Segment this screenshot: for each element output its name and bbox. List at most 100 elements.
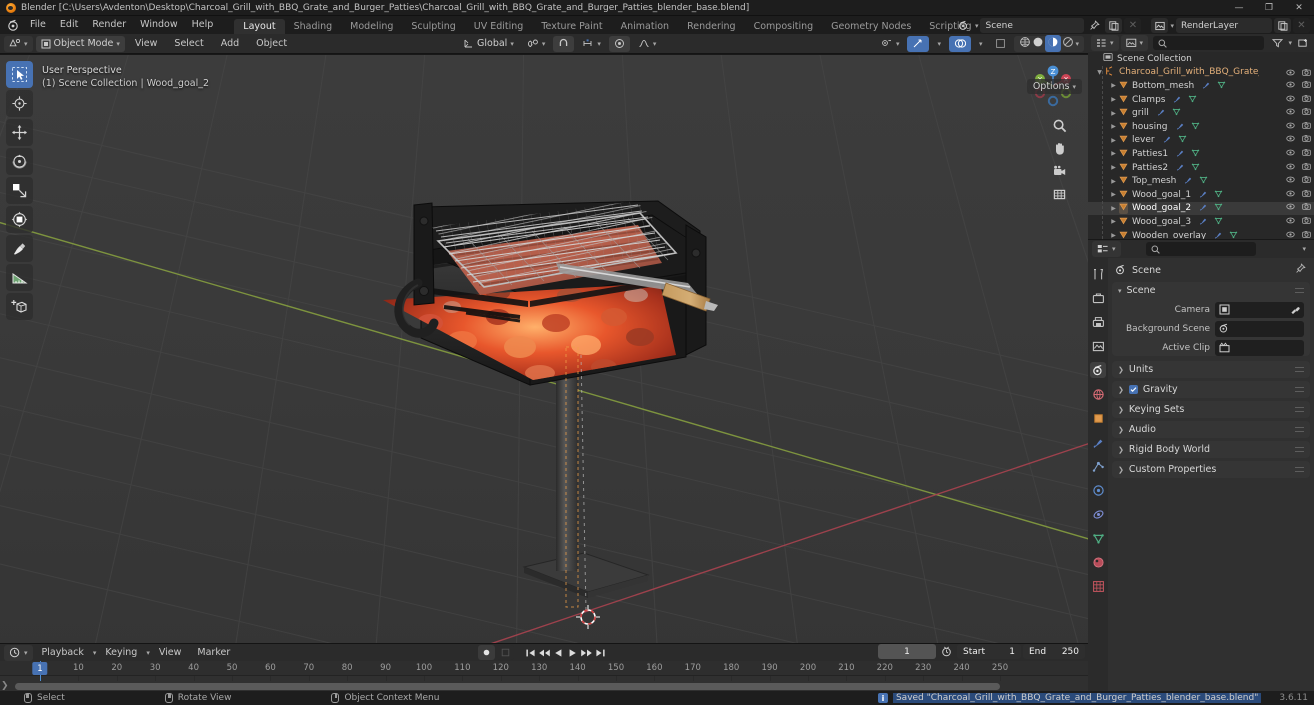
unlink-scene-button[interactable]: ✕: [1124, 18, 1142, 33]
overlays-dropdown[interactable]: ▾: [974, 36, 988, 52]
timeline-scrollbar-thumb[interactable]: [15, 683, 1000, 690]
timeline-menu-keying[interactable]: Keying: [98, 645, 144, 661]
hide-in-viewport-toggle[interactable]: [1286, 189, 1295, 201]
tab-rendering[interactable]: Rendering: [678, 19, 745, 34]
outliner-row-housing[interactable]: ▶ housing: [1088, 120, 1314, 134]
viewport-menu-object[interactable]: Object: [249, 36, 294, 52]
disclosure-triangle[interactable]: ▶: [1108, 82, 1119, 89]
panel-audio[interactable]: ❯ Audio: [1112, 421, 1310, 438]
viewlayer-chevron[interactable]: ▾: [1170, 22, 1174, 30]
menu-help[interactable]: Help: [185, 18, 221, 32]
disclosure-triangle[interactable]: ▶: [1108, 150, 1119, 157]
modifier-icon[interactable]: [1199, 216, 1208, 228]
disable-in-renders-toggle[interactable]: [1302, 175, 1311, 187]
render-tab[interactable]: [1090, 290, 1106, 306]
view-layer-tab[interactable]: [1090, 338, 1106, 354]
scene-browse-icon[interactable]: [956, 18, 973, 33]
outliner-row-bottom_mesh[interactable]: ▶ Bottom_mesh: [1088, 79, 1314, 93]
viewlayer-browse-icon[interactable]: [1151, 18, 1169, 33]
disable-in-renders-toggle[interactable]: [1302, 107, 1311, 119]
shading-wireframe-button[interactable]: [1019, 36, 1031, 51]
timeline-editor-type-icon[interactable]: ▾: [4, 644, 33, 661]
eyedropper-icon[interactable]: [1290, 305, 1300, 318]
material-tab[interactable]: [1090, 554, 1106, 570]
disclosure-triangle[interactable]: ▶: [1108, 178, 1119, 185]
snap-mode-dropdown[interactable]: ▾: [577, 36, 606, 52]
cursor-tool[interactable]: [6, 90, 33, 117]
gizmo-dropdown[interactable]: ▾: [932, 36, 946, 52]
timeline-menu-playback[interactable]: Playback: [35, 645, 91, 661]
zoom-icon[interactable]: [1051, 117, 1068, 134]
auto-keying-button[interactable]: [478, 645, 495, 660]
viewport-menu-select[interactable]: Select: [167, 36, 210, 52]
properties-editor-type-icon[interactable]: ▾: [1092, 241, 1121, 257]
outliner-display-mode-dropdown[interactable]: ▾: [1120, 35, 1149, 51]
shading-rendered-button[interactable]: [1062, 36, 1074, 51]
constraints-tab[interactable]: [1090, 506, 1106, 522]
disable-in-renders-toggle[interactable]: [1302, 94, 1311, 106]
modifier-icon[interactable]: [1163, 134, 1172, 146]
editor-type-icon[interactable]: ▾: [4, 35, 33, 52]
scale-tool[interactable]: [6, 177, 33, 204]
panel-checkbox[interactable]: [1128, 385, 1138, 394]
disable-in-renders-toggle[interactable]: [1302, 148, 1311, 160]
snap-target-dropdown[interactable]: ▾: [522, 36, 551, 52]
background-scene-field[interactable]: [1215, 320, 1304, 337]
overlays-toggle[interactable]: [948, 35, 971, 52]
mesh-data-icon[interactable]: [1191, 121, 1200, 133]
tool-tab[interactable]: [1090, 266, 1106, 282]
tab-compositing[interactable]: Compositing: [745, 19, 823, 34]
timeline-scrollbar[interactable]: [3, 683, 1081, 690]
mesh-data-icon[interactable]: [1178, 134, 1187, 146]
timeline-menu-view[interactable]: View: [152, 645, 189, 661]
properties-pin-icon[interactable]: [1295, 263, 1306, 277]
tab-texture-paint[interactable]: Texture Paint: [532, 19, 611, 34]
scene-panel-header[interactable]: ▾ Scene: [1112, 282, 1310, 299]
active-clip-field[interactable]: [1215, 339, 1304, 356]
hide-in-viewport-toggle[interactable]: [1286, 175, 1295, 187]
mesh-data-icon[interactable]: [1191, 162, 1200, 174]
rotate-tool[interactable]: [6, 148, 33, 175]
mesh-data-icon[interactable]: [1199, 175, 1208, 187]
filter-chevron[interactable]: ▾: [1288, 39, 1292, 47]
menu-render[interactable]: Render: [85, 18, 133, 32]
hide-in-viewport-toggle[interactable]: [1286, 230, 1295, 239]
play-reverse-icon[interactable]: [552, 645, 565, 660]
modifier-icon[interactable]: [1199, 189, 1208, 201]
hide-in-viewport-toggle[interactable]: [1286, 121, 1295, 133]
camera-view-icon[interactable]: [1051, 163, 1068, 180]
data-tab[interactable]: [1090, 530, 1106, 546]
hide-in-viewport-toggle[interactable]: [1286, 148, 1295, 160]
mesh-data-icon[interactable]: [1191, 148, 1200, 160]
modifier-icon[interactable]: [1199, 202, 1208, 214]
disable-in-renders-toggle[interactable]: [1302, 189, 1311, 201]
outliner-row-wood_goal_2[interactable]: ▶ Wood_goal_2: [1088, 201, 1314, 216]
timeline-menu-marker[interactable]: Marker: [190, 645, 237, 661]
remove-viewlayer-button[interactable]: ✕: [1293, 18, 1310, 33]
outliner-row-wooden_overlay[interactable]: ▶ Wooden_overlay: [1088, 229, 1314, 239]
mesh-data-icon[interactable]: [1229, 230, 1238, 239]
hide-in-viewport-toggle[interactable]: [1286, 134, 1295, 146]
pan-hand-icon[interactable]: [1051, 140, 1068, 157]
mesh-data-icon[interactable]: [1214, 216, 1223, 228]
scene-tab[interactable]: [1090, 362, 1106, 378]
scene-browse-chevron[interactable]: ▾: [975, 22, 979, 30]
world-tab[interactable]: [1090, 386, 1106, 402]
disable-in-renders-toggle[interactable]: [1302, 216, 1311, 228]
outliner-row-grill[interactable]: ▶ grill: [1088, 106, 1314, 120]
hide-in-viewport-toggle[interactable]: [1286, 107, 1295, 119]
proportional-falloff-dropdown[interactable]: ▾: [633, 36, 662, 52]
modifier-icon[interactable]: [1202, 80, 1211, 92]
viewlayer-name-field[interactable]: RenderLayer: [1176, 18, 1272, 33]
xray-toggle[interactable]: [990, 36, 1011, 52]
jump-end-icon[interactable]: [594, 645, 607, 660]
interaction-mode-dropdown[interactable]: Object Mode ▾: [35, 35, 125, 52]
viewport-canvas[interactable]: User Perspective (1) Scene Collection | …: [0, 55, 1088, 643]
outliner-editor-type-icon[interactable]: ▾: [1091, 35, 1119, 51]
outliner-search-input[interactable]: [1153, 36, 1265, 50]
playhead-frame-label[interactable]: 1: [32, 662, 48, 675]
tweak-select-tool[interactable]: [6, 61, 33, 88]
disclosure-triangle[interactable]: ▼: [1094, 69, 1105, 76]
disclosure-triangle[interactable]: ▶: [1108, 205, 1119, 212]
outliner-row-patties1[interactable]: ▶ Patties1: [1088, 147, 1314, 161]
